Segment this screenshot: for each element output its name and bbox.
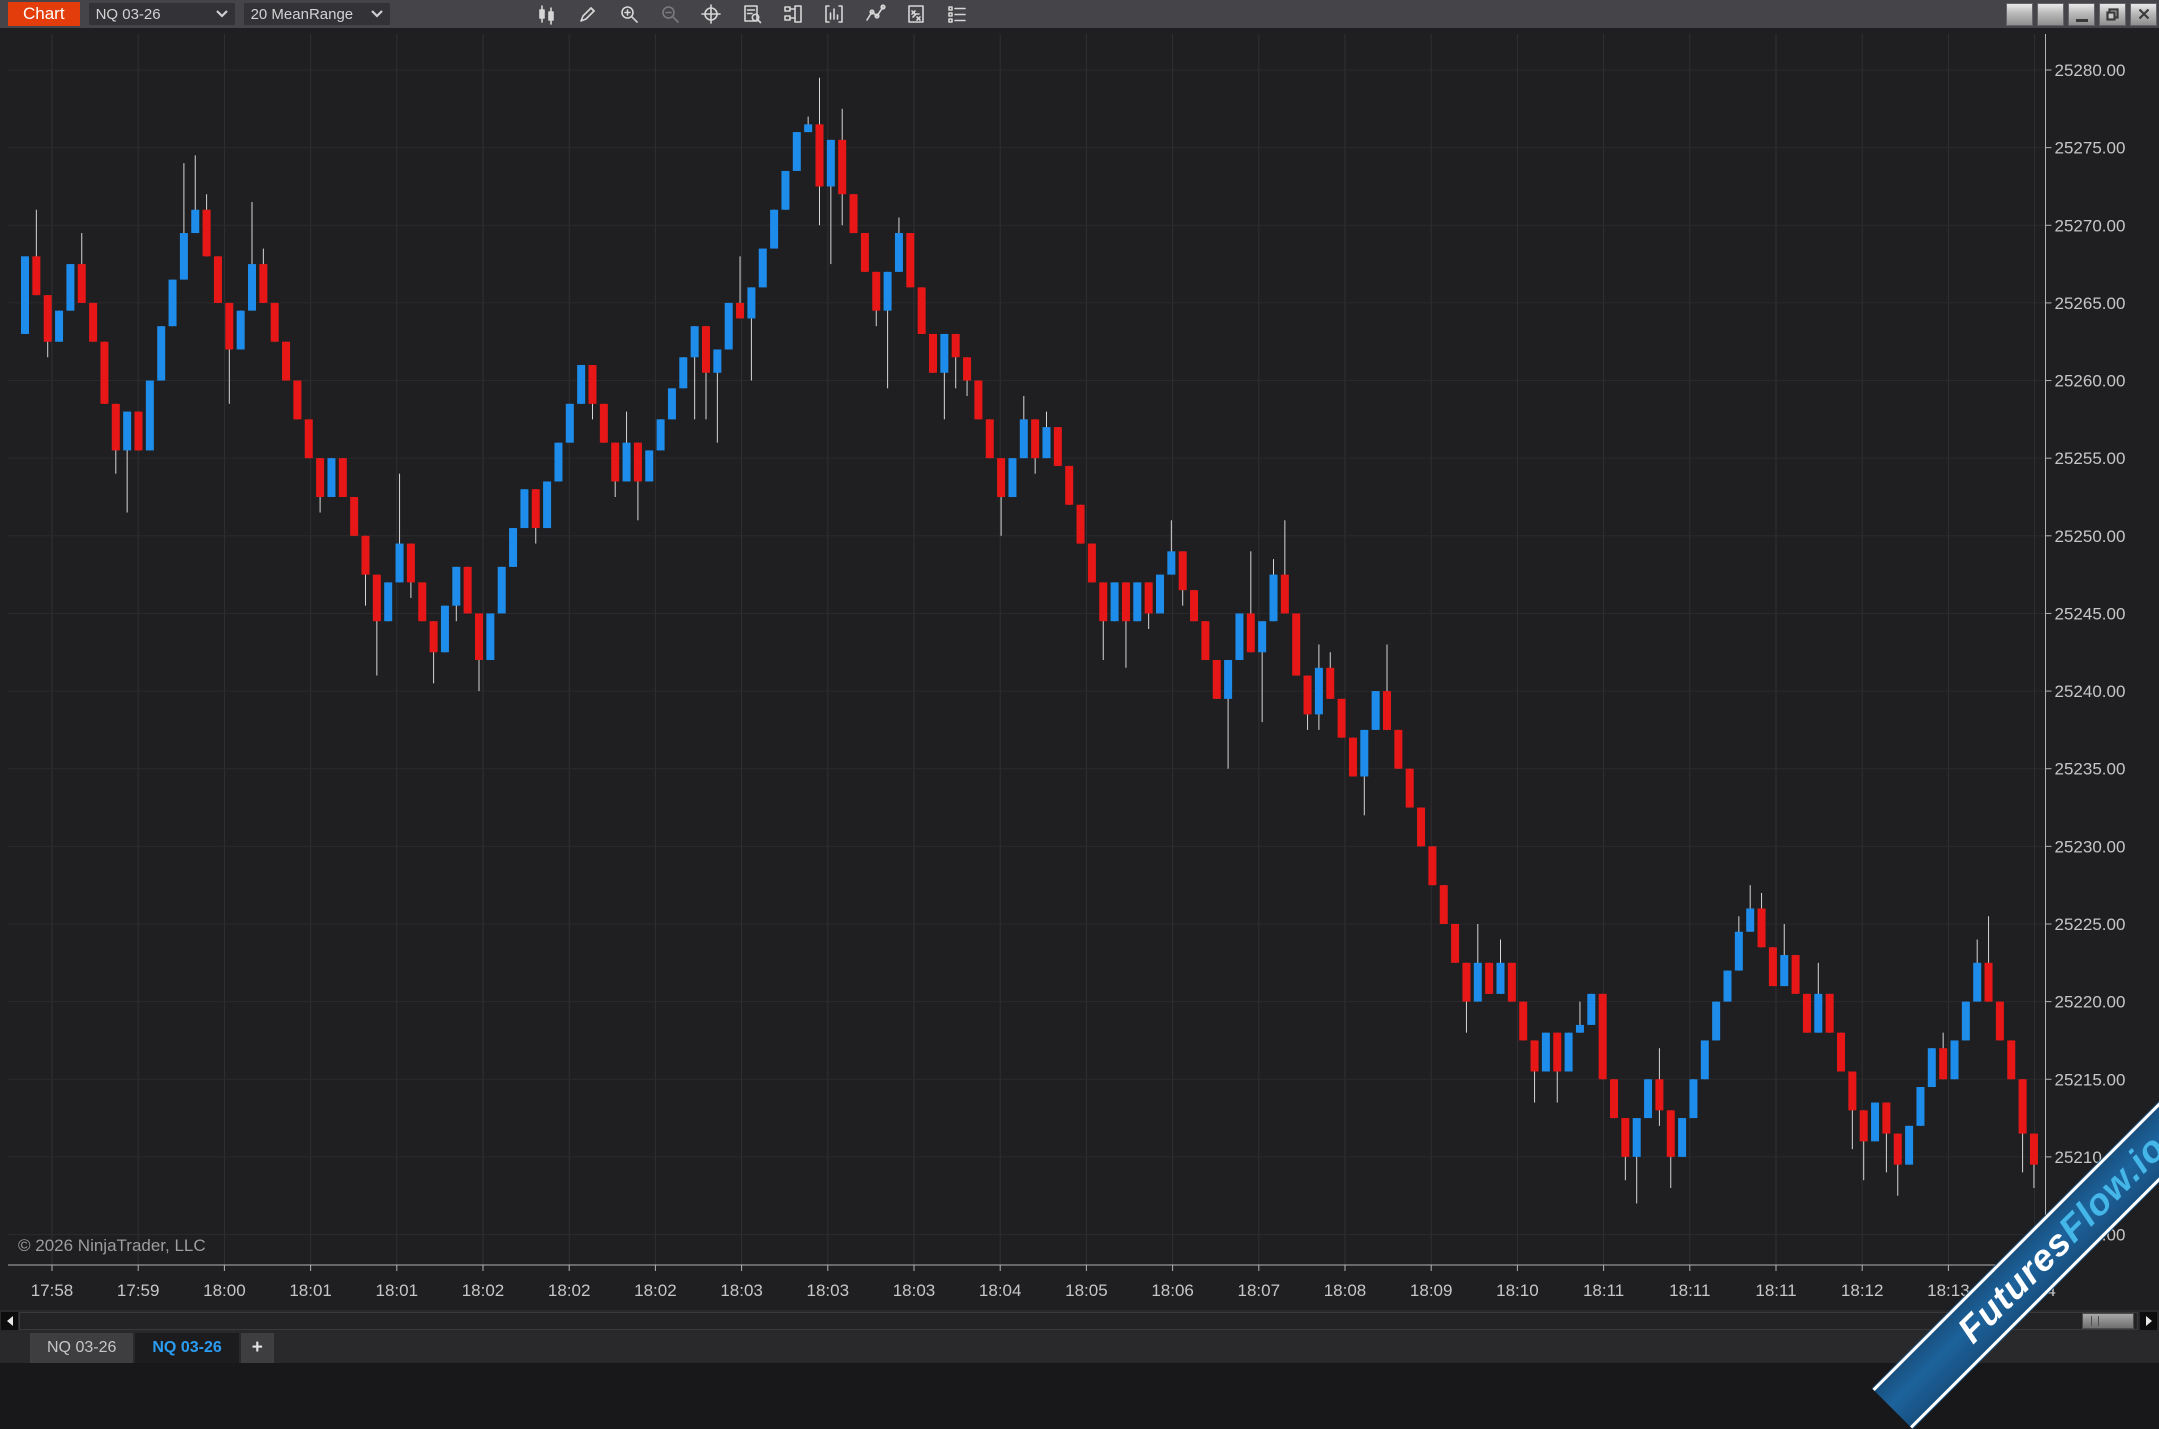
close-button[interactable]	[2130, 3, 2157, 26]
svg-text:25225.00: 25225.00	[2055, 915, 2126, 934]
interval-selector[interactable]: 20 MeanRange	[244, 3, 390, 25]
instrument-link-button[interactable]	[2006, 3, 2033, 26]
price-chart[interactable]: 25280.00 25275.00 25270.00 25265.00 25260.00…	[0, 0, 2159, 1363]
instrument-selector-value: NQ 03-26	[96, 6, 161, 23]
tab-nq-03-26-1[interactable]: NQ 03-26	[30, 1333, 133, 1363]
svg-text:25255.00: 25255.00	[2055, 449, 2126, 468]
scroll-right-button[interactable]	[2140, 1312, 2157, 1330]
svg-text:18:08: 18:08	[1324, 1281, 1367, 1300]
close-icon	[2138, 8, 2150, 20]
svg-text:18:11: 18:11	[1755, 1281, 1796, 1300]
window-titlebar: Chart NQ 03-26 20 MeanRange	[0, 0, 2159, 28]
minimize-button[interactable]	[2068, 3, 2095, 26]
svg-text:18:03: 18:03	[893, 1281, 936, 1300]
svg-text:18:10: 18:10	[1496, 1281, 1539, 1300]
svg-text:18:01: 18:01	[376, 1281, 419, 1300]
interval-link-button[interactable]	[2037, 3, 2064, 26]
chevron-down-icon	[216, 10, 228, 18]
restore-icon	[2106, 8, 2119, 21]
svg-text:25280.00: 25280.00	[2055, 61, 2126, 80]
restore-button[interactable]	[2099, 3, 2126, 26]
svg-text:25270.00: 25270.00	[2055, 216, 2126, 235]
svg-text:18:02: 18:02	[548, 1281, 591, 1300]
chart-scrollbar	[0, 1310, 2159, 1333]
svg-text:18:05: 18:05	[1065, 1281, 1108, 1300]
chart-style-icon[interactable]	[536, 3, 559, 26]
drawing-tools-icon[interactable]	[577, 3, 600, 26]
svg-text:18:01: 18:01	[289, 1281, 332, 1300]
svg-text:18:07: 18:07	[1238, 1281, 1281, 1300]
tab-bar: NQ 03-26 NQ 03-26 +	[0, 1333, 2159, 1363]
crosshair-icon[interactable]	[700, 3, 723, 26]
arrow-right-icon	[2146, 1316, 2152, 1326]
interval-selector-value: 20 MeanRange	[251, 6, 354, 23]
data-box-icon[interactable]	[741, 3, 764, 26]
svg-text:25220.00: 25220.00	[2055, 993, 2126, 1012]
properties-list-icon[interactable]	[946, 3, 969, 26]
svg-text:17:58: 17:58	[31, 1281, 74, 1300]
add-tab-button[interactable]: +	[241, 1333, 274, 1363]
svg-text:25230.00: 25230.00	[2055, 837, 2126, 856]
svg-text:18:11: 18:11	[1583, 1281, 1624, 1300]
svg-text:18:11: 18:11	[1669, 1281, 1710, 1300]
svg-text:25245.00: 25245.00	[2055, 604, 2126, 623]
chevron-down-icon	[371, 10, 383, 18]
svg-text:25235.00: 25235.00	[2055, 760, 2126, 779]
zoom-out-icon[interactable]	[659, 3, 682, 26]
scrollbar-thumb[interactable]	[2082, 1313, 2134, 1329]
chart-menu-button[interactable]: Chart	[8, 2, 80, 26]
window-controls	[2006, 3, 2157, 26]
svg-text:18:03: 18:03	[807, 1281, 850, 1300]
tab-nq-03-26-2[interactable]: NQ 03-26	[135, 1333, 238, 1363]
zoom-in-icon[interactable]	[618, 3, 641, 26]
draw-line-icon[interactable]	[864, 3, 887, 26]
svg-text:25275.00: 25275.00	[2055, 139, 2126, 158]
svg-text:17:59: 17:59	[117, 1281, 160, 1300]
svg-text:18:06: 18:06	[1151, 1281, 1194, 1300]
svg-text:25260.00: 25260.00	[2055, 372, 2126, 391]
svg-text:18:04: 18:04	[979, 1281, 1022, 1300]
svg-text:25250.00: 25250.00	[2055, 527, 2126, 546]
indicators-icon[interactable]	[823, 3, 846, 26]
chart-panel-icon[interactable]	[782, 3, 805, 26]
instrument-selector[interactable]: NQ 03-26	[89, 3, 235, 25]
copyright-text: © 2026 NinjaTrader, LLC	[18, 1236, 206, 1256]
svg-text:18:02: 18:02	[462, 1281, 505, 1300]
svg-text:25240.00: 25240.00	[2055, 682, 2126, 701]
svg-text:18:09: 18:09	[1410, 1281, 1453, 1300]
svg-text:18:03: 18:03	[720, 1281, 763, 1300]
scroll-left-button[interactable]	[1, 1312, 18, 1330]
svg-text:18:12: 18:12	[1841, 1281, 1884, 1300]
strategies-icon[interactable]	[905, 3, 928, 26]
scrollbar-track[interactable]	[19, 1312, 2138, 1330]
svg-text:25265.00: 25265.00	[2055, 294, 2126, 313]
chart-toolbar	[536, 3, 969, 26]
svg-text:18:00: 18:00	[203, 1281, 246, 1300]
arrow-left-icon	[7, 1316, 13, 1326]
svg-text:18:02: 18:02	[634, 1281, 677, 1300]
svg-text:25215.00: 25215.00	[2055, 1070, 2126, 1089]
scrollbar-grip-icon	[2091, 1316, 2099, 1326]
minimize-icon	[2076, 19, 2088, 22]
